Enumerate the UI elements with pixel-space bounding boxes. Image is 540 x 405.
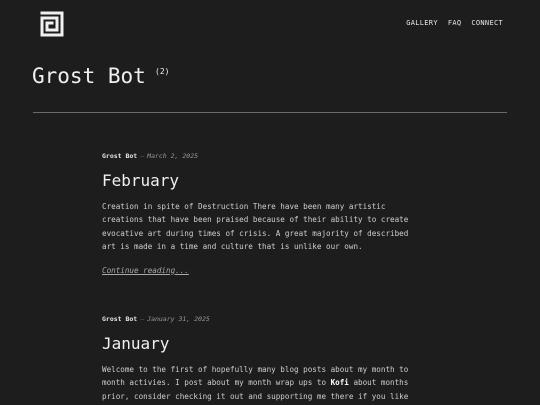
post-count: (2) bbox=[155, 67, 170, 76]
post-meta: Grost Bot — January 31, 2025 bbox=[102, 315, 432, 325]
post-title[interactable]: January bbox=[102, 334, 432, 354]
main-nav: GALLERY FAQ CONNECT bbox=[406, 19, 503, 27]
post-author[interactable]: Grost Bot bbox=[102, 315, 137, 323]
post-title[interactable]: February bbox=[102, 171, 432, 191]
post-author[interactable]: Grost Bot bbox=[102, 152, 137, 160]
nav-connect[interactable]: CONNECT bbox=[471, 19, 503, 27]
post-excerpt: Creation in spite of Destruction There h… bbox=[102, 202, 409, 252]
post-date: March 2, 2025 bbox=[147, 152, 199, 160]
continue-reading-link[interactable]: Continue reading... bbox=[102, 266, 189, 275]
logo-icon[interactable] bbox=[40, 11, 64, 37]
nav-faq[interactable]: FAQ bbox=[448, 19, 462, 27]
kofi-link[interactable]: Kofi bbox=[331, 378, 349, 387]
meta-separator: — bbox=[140, 315, 145, 323]
nav-gallery[interactable]: GALLERY bbox=[406, 19, 438, 27]
post-meta: Grost Bot — March 2, 2025 bbox=[102, 152, 432, 162]
page-title: Grost Bot bbox=[32, 64, 146, 88]
post-card: Grost Bot — January 31, 2025 January Welco… bbox=[102, 315, 432, 403]
post-date: January 31, 2025 bbox=[147, 315, 210, 323]
post-excerpt: Welcome to the first of hopefully many b… bbox=[102, 363, 432, 403]
post-card: Grost Bot — March 2, 2025 February Creatio… bbox=[102, 152, 432, 277]
divider bbox=[33, 112, 507, 113]
meta-separator: — bbox=[140, 152, 145, 160]
